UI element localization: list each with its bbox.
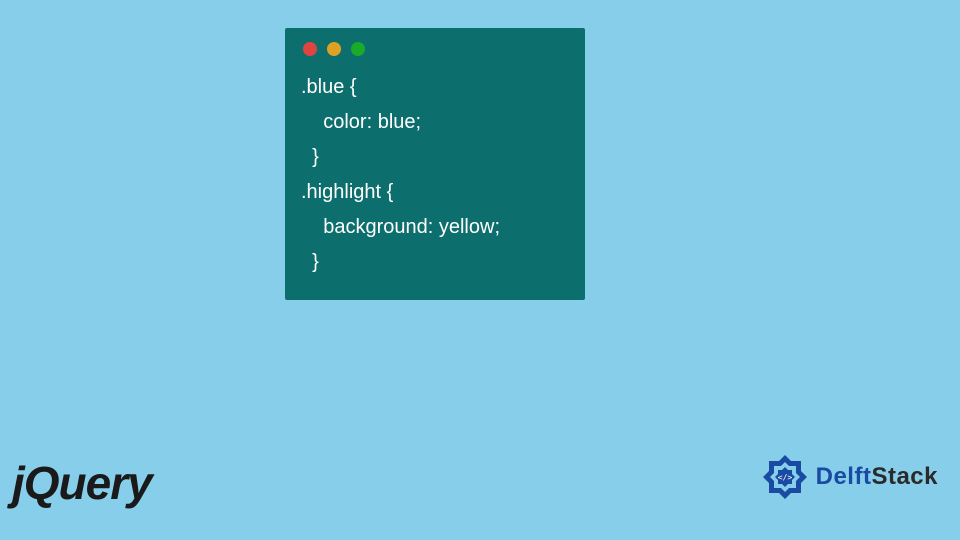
svg-text:</>: </> bbox=[777, 473, 792, 482]
jquery-logo: jQuery bbox=[12, 456, 152, 510]
jquery-logo-text: jQuery bbox=[12, 457, 152, 509]
window-controls bbox=[301, 42, 569, 56]
delftstack-logo: </> DelftStack bbox=[760, 452, 938, 502]
code-line: } bbox=[301, 146, 319, 168]
minimize-icon bbox=[327, 42, 341, 56]
code-line: .highlight { bbox=[301, 181, 393, 203]
code-line: } bbox=[301, 251, 319, 273]
code-content: .blue { color: blue; } .highlight { back… bbox=[301, 70, 569, 280]
code-line: .blue { bbox=[301, 76, 357, 98]
delftstack-text-stack: Stack bbox=[871, 463, 938, 490]
delftstack-text-delft: Delft bbox=[816, 463, 872, 490]
code-line: color: blue; bbox=[301, 111, 421, 133]
delftstack-icon: </> bbox=[760, 452, 810, 502]
delftstack-text: DelftStack bbox=[816, 463, 938, 491]
code-window: .blue { color: blue; } .highlight { back… bbox=[285, 28, 585, 300]
maximize-icon bbox=[351, 42, 365, 56]
close-icon bbox=[303, 42, 317, 56]
code-line: background: yellow; bbox=[301, 216, 500, 238]
